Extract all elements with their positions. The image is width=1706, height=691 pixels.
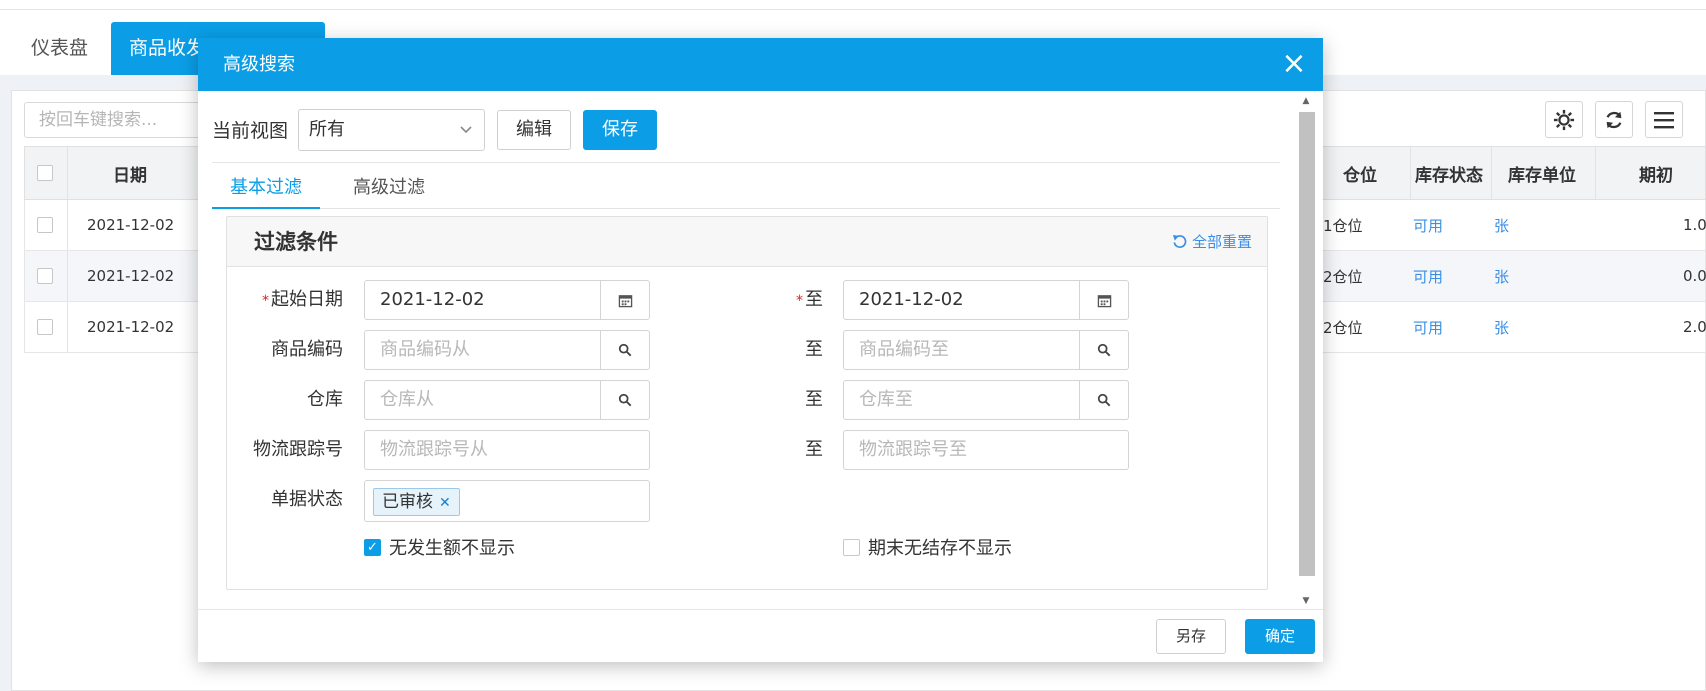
cell-location: 2仓位: [1323, 267, 1363, 286]
cell-opening: 1.0: [1683, 216, 1706, 234]
start-date-to-label: * 至: [796, 289, 823, 310]
view-label: 当前视图: [212, 120, 289, 142]
cell-opening: 0.0: [1683, 267, 1706, 285]
gear-icon: [1553, 109, 1575, 130]
reset-all-button[interactable]: 全部重置: [1172, 217, 1252, 267]
scroll-down-icon[interactable]: ▼: [1301, 596, 1311, 606]
doc-status-field[interactable]: 已审核 ✕: [364, 480, 650, 522]
cell-status[interactable]: 可用: [1413, 302, 1443, 352]
close-icon[interactable]: ×: [1279, 49, 1309, 80]
row-checkbox[interactable]: [37, 268, 53, 284]
checkbox-unchecked-icon[interactable]: [843, 538, 860, 556]
cell-date: 2021-12-02: [87, 216, 175, 234]
cell-date: 2021-12-02: [87, 318, 175, 336]
refresh-icon: [1606, 111, 1622, 128]
start-date-to-field[interactable]: 2021-12-02: [843, 280, 1129, 320]
no-stock-checkbox-row[interactable]: 期末无结存不显示: [843, 535, 1012, 559]
tracking-number-to-field[interactable]: 物流跟踪号至: [843, 430, 1129, 470]
scroll-up-icon[interactable]: ▲: [1301, 96, 1311, 106]
warehouse-to-placeholder: 仓库至: [859, 389, 913, 410]
header-stock-status[interactable]: 库存状态: [1415, 147, 1483, 199]
search-icon[interactable]: [1079, 331, 1128, 369]
doc-status-tag: 已审核 ✕: [373, 488, 460, 516]
cell-status[interactable]: 可用: [1413, 251, 1443, 301]
row-checkbox[interactable]: [37, 319, 53, 335]
undo-icon: [1173, 234, 1187, 249]
save-button[interactable]: 保存: [583, 109, 658, 150]
refresh-button[interactable]: [1595, 101, 1633, 138]
calendar-icon[interactable]: [1079, 281, 1128, 319]
no-stock-checkbox-label: 期末无结存不显示: [868, 538, 1012, 559]
cell-opening: 2.0: [1683, 318, 1706, 336]
header-opening[interactable]: 期初: [1639, 147, 1673, 199]
chevron-down-icon: [460, 110, 472, 166]
view-select[interactable]: 所有: [298, 108, 486, 151]
goods-code-to-field[interactable]: 商品编码至: [843, 330, 1129, 370]
row-checkbox[interactable]: [37, 217, 53, 233]
no-amount-checkbox-label: 无发生额不显示: [389, 538, 515, 559]
header-stock-unit[interactable]: 库存单位: [1508, 147, 1576, 199]
remove-tag-icon[interactable]: ✕: [439, 495, 451, 511]
warehouse-to-field[interactable]: 仓库至: [843, 380, 1129, 420]
select-all-checkbox[interactable]: [37, 165, 53, 181]
edit-button[interactable]: 编辑: [497, 109, 572, 150]
save-as-button[interactable]: 另存: [1156, 619, 1226, 654]
tracking-number-to-placeholder: 物流跟踪号至: [859, 439, 967, 460]
filter-card: 过滤条件 全部重置 * 起始日期 2021-12-02 * 至 2021-12-…: [226, 216, 1268, 590]
tracking-number-to-label: 至: [805, 439, 823, 460]
cell-unit[interactable]: 张: [1494, 302, 1509, 352]
warehouse-to-label: 至: [805, 389, 823, 410]
settings-button[interactable]: [1545, 101, 1583, 138]
header-location[interactable]: 仓位: [1343, 147, 1377, 199]
scrollbar-thumb[interactable]: [1299, 112, 1315, 576]
no-amount-checkbox-row[interactable]: ✓ 无发生额不显示: [364, 535, 515, 559]
confirm-button[interactable]: 确定: [1245, 619, 1315, 654]
dialog-header: 高级搜索 ×: [198, 38, 1323, 91]
dialog-title: 高级搜索: [223, 54, 295, 75]
tab-advanced-filter[interactable]: 高级过滤: [335, 166, 443, 209]
doc-status-label: 单据状态: [271, 489, 343, 510]
reset-all-label: 全部重置: [1191, 233, 1252, 251]
top-bar: [0, 0, 1706, 10]
cell-date: 2021-12-02: [87, 267, 175, 285]
cell-location: 2仓位: [1323, 318, 1363, 337]
search-input[interactable]: 按回车键搜索...: [24, 102, 204, 138]
goods-code-to-placeholder: 商品编码至: [859, 339, 949, 360]
filter-tabs: 基本过滤 高级过滤: [212, 166, 1280, 209]
header-date[interactable]: 日期: [113, 147, 147, 199]
cell-status[interactable]: 可用: [1413, 200, 1443, 250]
menu-button[interactable]: [1645, 101, 1683, 138]
checkbox-checked-icon[interactable]: ✓: [364, 538, 381, 556]
divider: [212, 162, 1280, 163]
tab-dashboard[interactable]: 仪表盘: [13, 22, 106, 75]
goods-code-to-label: 至: [805, 339, 823, 360]
tab-basic-filter[interactable]: 基本过滤: [212, 166, 320, 209]
filter-card-title: 过滤条件: [254, 230, 338, 254]
filter-card-header: 过滤条件 全部重置: [227, 217, 1267, 267]
cell-unit[interactable]: 张: [1494, 200, 1509, 250]
dialog-body: 当前视图 所有 编辑 保存 基本过滤 高级过滤 过滤条件 全部重置 * 起始日期…: [198, 91, 1323, 609]
search-icon[interactable]: [1079, 381, 1128, 419]
view-bar: 当前视图 所有 编辑 保存: [212, 108, 658, 151]
dialog-footer: 另存 确定: [198, 609, 1323, 662]
advanced-search-dialog: 高级搜索 × 当前视图 所有 编辑 保存 基本过滤 高级过滤 过滤条件 全部重置…: [198, 38, 1323, 662]
cell-unit[interactable]: 张: [1494, 251, 1509, 301]
view-select-value: 所有: [309, 118, 346, 140]
doc-status-tag-label: 已审核: [382, 492, 433, 512]
start-date-to-value: 2021-12-02: [859, 289, 964, 310]
dialog-scrollbar[interactable]: ▲ ▼: [1297, 94, 1315, 608]
cell-location: 1仓位: [1323, 216, 1363, 235]
hamburger-icon: [1654, 111, 1674, 128]
